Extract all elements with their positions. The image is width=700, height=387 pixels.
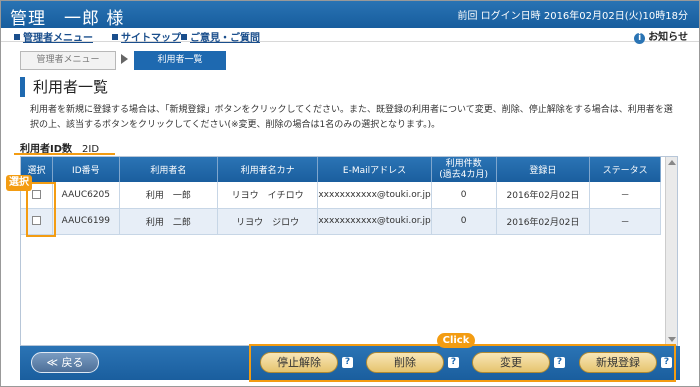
table-scrollbar[interactable] bbox=[665, 157, 677, 345]
cell-status: － bbox=[589, 208, 661, 235]
col-id: ID番号 bbox=[52, 157, 120, 182]
cell-usage: 0 bbox=[431, 208, 497, 235]
menu-sitemap-link[interactable]: サイトマップ bbox=[112, 29, 181, 44]
table-row[interactable]: AAUC6205 利用 一郎 リヨウ イチロウ xxxxxxxxxxx@touk… bbox=[21, 182, 661, 209]
cell-id: AAUC6199 bbox=[52, 208, 120, 235]
menu-feedback-link[interactable]: ご意見・ご質問 bbox=[181, 29, 260, 44]
select-callout: 選択 bbox=[6, 175, 32, 191]
cell-usage: 0 bbox=[431, 182, 497, 209]
cell-name: 利用 一郎 bbox=[119, 182, 219, 209]
count-underline bbox=[14, 153, 115, 155]
cell-registered: 2016年02月02日 bbox=[496, 182, 591, 209]
table-header-row: 選択 ID番号 利用者名 利用者名カナ E-Mailアドレス 利用件数 (過去4… bbox=[21, 157, 661, 182]
user-count: 利用者ID数 2ID bbox=[20, 140, 99, 155]
cell-status: － bbox=[589, 182, 661, 209]
notice-link[interactable]: i お知らせ bbox=[634, 28, 688, 44]
user-table: 選択 ID番号 利用者名 利用者名カナ E-Mailアドレス 利用件数 (過去4… bbox=[21, 157, 661, 235]
square-bullet-icon bbox=[181, 34, 187, 40]
last-login-info: 前回 ログイン日時 2016年02月02日(火)10時18分 bbox=[457, 11, 688, 22]
menu-bar: 管理者メニュー サイトマップ ご意見・ご質問 i お知らせ bbox=[0, 28, 700, 44]
col-status: ステータス bbox=[589, 157, 661, 182]
menu-admin-link[interactable]: 管理者メニュー bbox=[14, 29, 93, 44]
scroll-down-icon[interactable] bbox=[668, 337, 676, 342]
breadcrumb-parent[interactable]: 管理者メニュー bbox=[20, 51, 116, 70]
cell-id: AAUC6205 bbox=[52, 182, 120, 209]
cell-registered: 2016年02月02日 bbox=[496, 208, 591, 235]
table-row[interactable]: AAUC6199 利用 二郎 リヨウ ジロウ xxxxxxxxxxx@touki… bbox=[21, 208, 661, 235]
user-table-panel: 選択 ID番号 利用者名 利用者名カナ E-Mailアドレス 利用件数 (過去4… bbox=[20, 156, 678, 346]
back-button[interactable]: ≪ 戻る bbox=[31, 352, 99, 373]
square-bullet-icon bbox=[14, 34, 20, 40]
page-description: 利用者を新規に登録する場合は、「新規登録」ボタンをクリックしてください。また、既… bbox=[30, 105, 673, 130]
breadcrumb-current: 利用者一覧 bbox=[134, 51, 226, 70]
click-highlight-box bbox=[249, 344, 676, 382]
scroll-up-icon[interactable] bbox=[668, 160, 676, 165]
cell-kana: リヨウ ジロウ bbox=[217, 208, 319, 235]
col-email: E-Mailアドレス bbox=[317, 157, 432, 182]
breadcrumb-arrow-icon bbox=[121, 54, 128, 64]
square-bullet-icon bbox=[112, 34, 118, 40]
cell-email: xxxxxxxxxxx@touki.or.jp bbox=[317, 208, 432, 235]
page-title: 利用者一覧 bbox=[20, 77, 108, 97]
cell-name: 利用 二郎 bbox=[119, 208, 219, 235]
click-callout: Click bbox=[437, 333, 475, 348]
col-name: 利用者名 bbox=[119, 157, 219, 182]
cell-email: xxxxxxxxxxx@touki.or.jp bbox=[317, 182, 432, 209]
col-usage: 利用件数 (過去4カ月) bbox=[431, 157, 497, 182]
cell-kana: リヨウ イチロウ bbox=[217, 182, 319, 209]
user-name: 管理 一郎 様 bbox=[10, 9, 125, 29]
col-registered: 登録日 bbox=[496, 157, 591, 182]
info-icon: i bbox=[634, 33, 646, 44]
header-bar: 管理 一郎 様 前回 ログイン日時 2016年02月02日(火)10時18分 bbox=[0, 0, 700, 29]
col-kana: 利用者名カナ bbox=[217, 157, 319, 182]
